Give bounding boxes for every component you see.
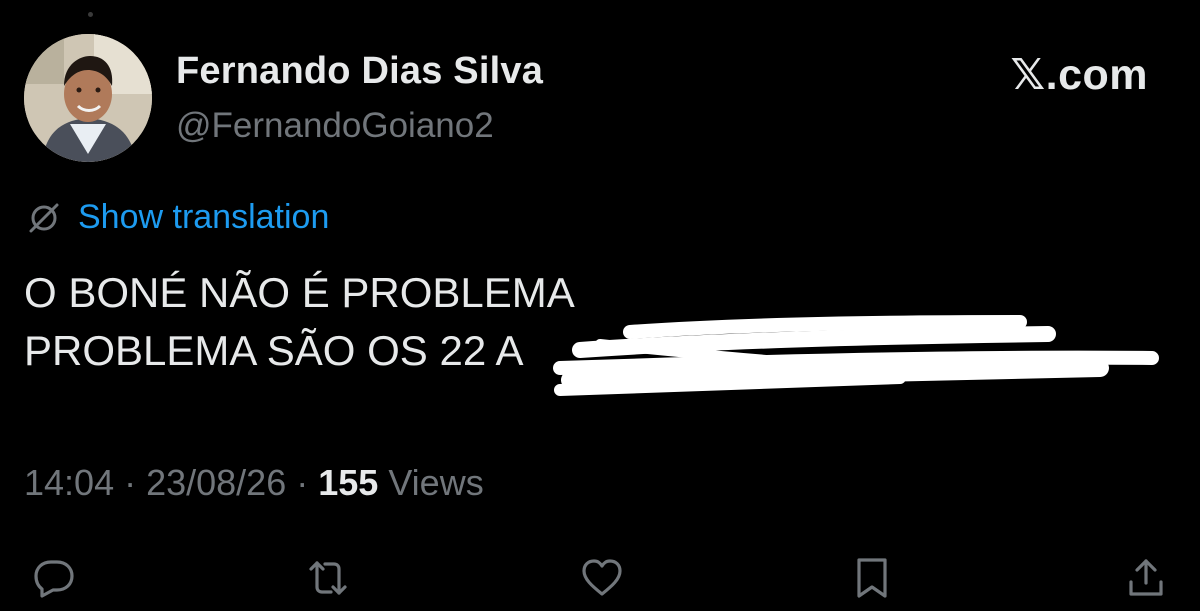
comment-icon bbox=[34, 560, 74, 598]
tweet-meta: 14:04 · 23/08/26 · 155 Views bbox=[24, 462, 484, 504]
bookmark-button[interactable] bbox=[842, 548, 902, 608]
bookmark-icon bbox=[857, 558, 887, 598]
avatar[interactable] bbox=[24, 34, 152, 162]
views-count: 155 bbox=[318, 462, 379, 503]
user-handle[interactable]: @FernandoGoiano2 bbox=[176, 106, 494, 146]
meta-separator: · bbox=[286, 462, 319, 503]
tweet-date[interactable]: 23/08/26 bbox=[146, 462, 286, 503]
brand-logo: 𝕏.com bbox=[1010, 50, 1148, 100]
repost-button[interactable] bbox=[298, 548, 358, 608]
x-logo-icon: 𝕏 bbox=[1010, 50, 1046, 100]
status-dot bbox=[88, 12, 93, 17]
tweet-line-2: PROBLEMA SÃO OS 22 A bbox=[24, 327, 524, 374]
heart-icon bbox=[582, 559, 622, 596]
tweet-time[interactable]: 14:04 bbox=[24, 462, 114, 503]
display-name[interactable]: Fernando Dias Silva bbox=[176, 50, 543, 93]
like-button[interactable] bbox=[572, 548, 632, 608]
share-button[interactable] bbox=[1116, 548, 1176, 608]
repost-icon bbox=[309, 561, 347, 595]
profile-photo bbox=[24, 34, 152, 162]
reply-button[interactable] bbox=[24, 548, 84, 608]
tweet-text: O BONÉ NÃO É PROBLEMA PROBLEMA SÃO OS 22 … bbox=[24, 264, 575, 380]
redaction-scribble bbox=[553, 315, 1159, 396]
meta-separator: · bbox=[114, 462, 147, 503]
translation-row[interactable]: Show translation bbox=[26, 198, 329, 237]
tweet-line-1: O BONÉ NÃO É PROBLEMA bbox=[24, 269, 575, 316]
views-label: Views bbox=[378, 462, 484, 503]
action-bar bbox=[0, 548, 1200, 608]
translate-icon bbox=[29, 203, 59, 232]
show-translation-link[interactable]: Show translation bbox=[78, 198, 329, 237]
brand-suffix: .com bbox=[1045, 51, 1148, 99]
share-icon bbox=[1129, 559, 1163, 596]
